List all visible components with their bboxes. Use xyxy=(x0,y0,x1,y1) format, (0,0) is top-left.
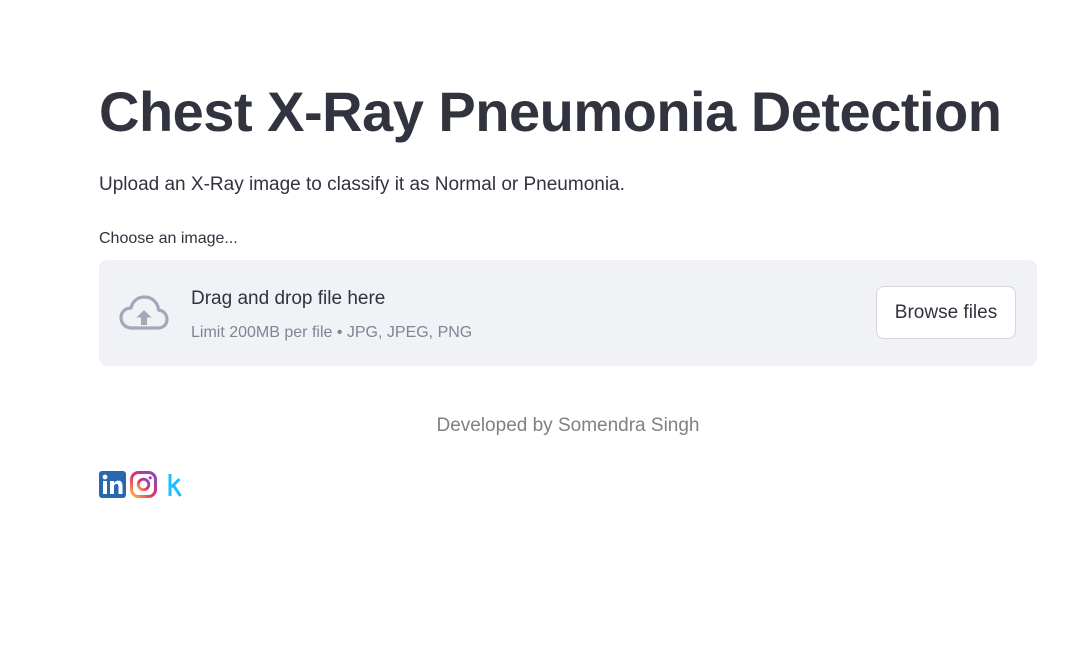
page-title: Chest X-Ray Pneumonia Detection xyxy=(99,80,1002,143)
kaggle-link[interactable] xyxy=(161,471,188,498)
browse-files-button[interactable]: Browse files xyxy=(876,286,1016,339)
file-dropzone[interactable]: Drag and drop file here Limit 200MB per … xyxy=(99,260,1037,366)
instagram-link[interactable] xyxy=(130,470,157,498)
file-uploader-label: Choose an image... xyxy=(99,230,238,247)
dropzone-title: Drag and drop file here xyxy=(191,288,386,309)
file-limit-text: Limit 200MB per file • JPG, JPEG, PNG xyxy=(191,324,473,341)
instagram-icon xyxy=(130,470,157,498)
developer-credit: Developed by Somendra Singh xyxy=(436,415,700,436)
social-links xyxy=(99,470,192,498)
linkedin-icon xyxy=(99,470,126,498)
linkedin-link[interactable] xyxy=(99,470,126,498)
kaggle-icon xyxy=(161,471,188,498)
page-description: Upload an X-Ray image to classify it as … xyxy=(99,174,625,195)
cloud-upload-icon xyxy=(119,294,169,332)
